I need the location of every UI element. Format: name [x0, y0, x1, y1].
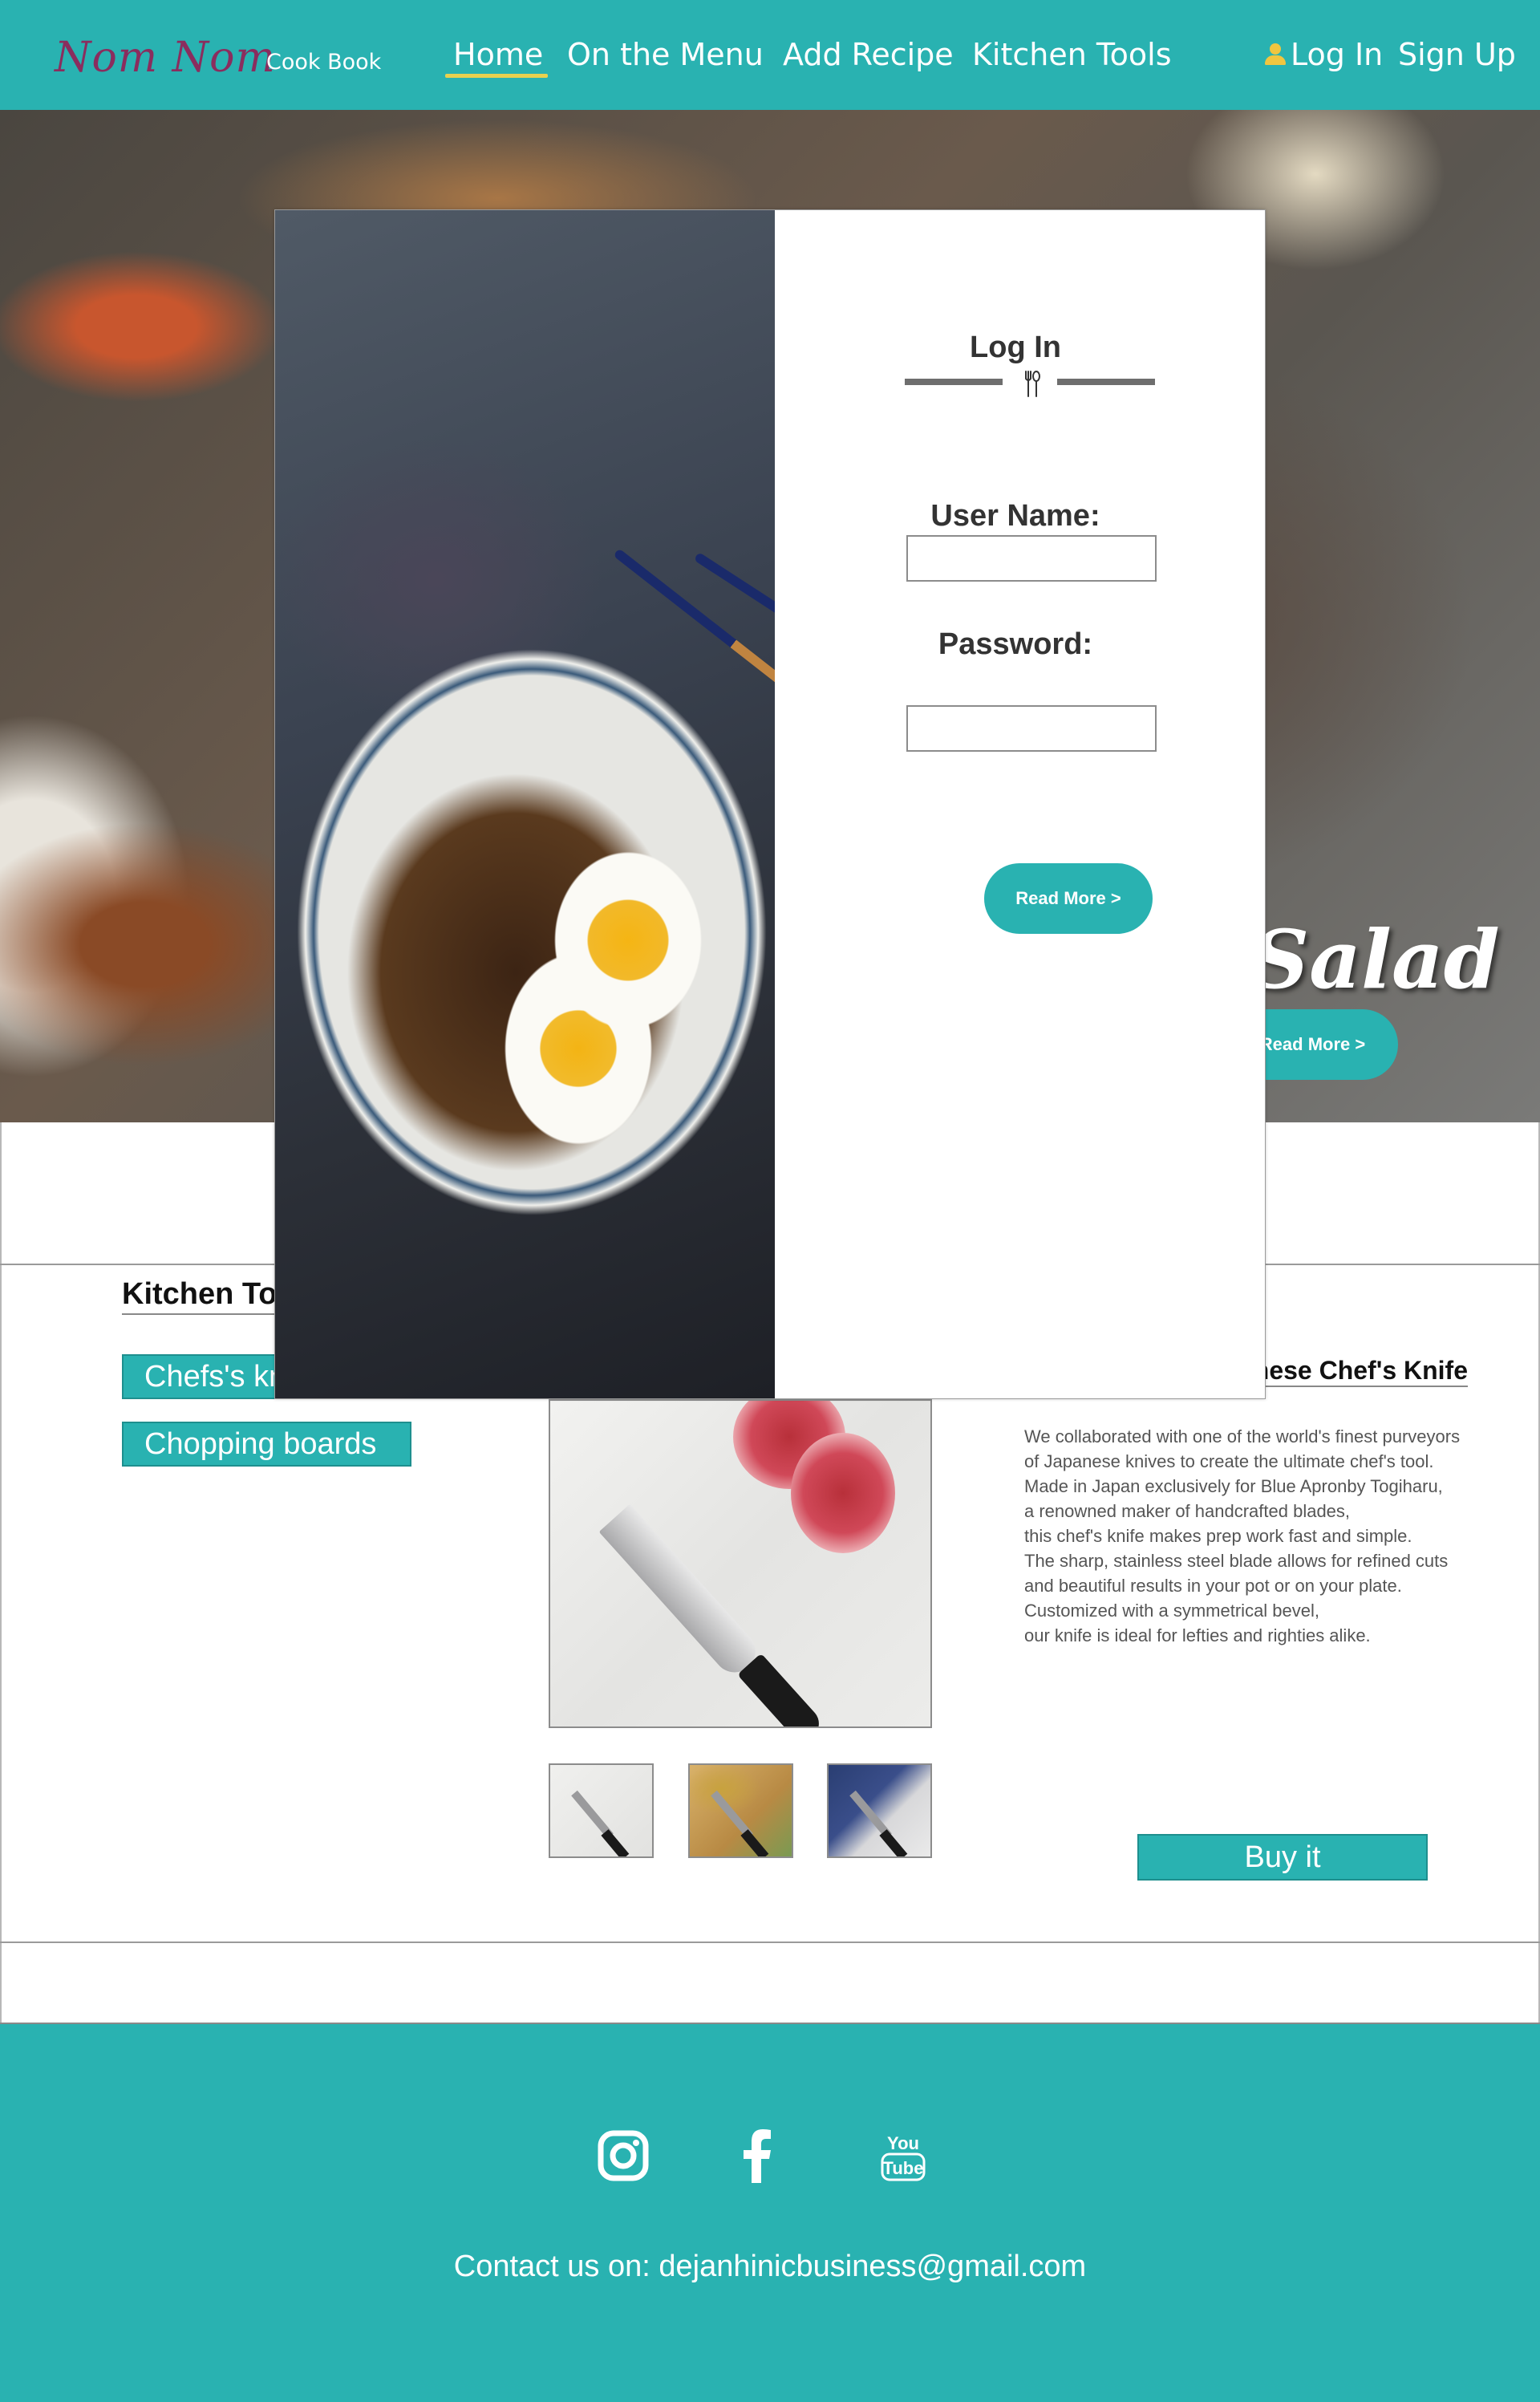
nav-active-underline [445, 74, 548, 78]
hero-title: Salad [1251, 912, 1500, 1007]
title-divider-right [1057, 379, 1155, 385]
description-line: We collaborated with one of the world's … [1024, 1426, 1461, 1446]
site-footer: You Tube Contact us on: dejanhinicbusine… [0, 2024, 1540, 2402]
fork-spoon-icon [1025, 371, 1040, 397]
brand-subtitle: Cook Book [266, 50, 382, 75]
instagram-icon[interactable] [594, 2127, 652, 2185]
login-submit-button[interactable]: Read More > [984, 863, 1153, 934]
login-link[interactable]: Log In [1263, 37, 1383, 72]
modal-ramen-image [275, 210, 775, 1398]
description-line: Made in Japan exclusively for Blue Apron… [1024, 1476, 1443, 1496]
contact-email[interactable]: Contact us on: dejanhinicbusiness@gmail.… [0, 2250, 1540, 2284]
knife-blade [598, 1503, 764, 1682]
youtube-icon[interactable]: You Tube [874, 2127, 932, 2185]
nav-kitchen-tools[interactable]: Kitchen Tools [972, 37, 1172, 72]
tab-chopping-boards[interactable]: Chopping boards [122, 1422, 411, 1467]
facebook-icon[interactable] [729, 2127, 787, 2185]
brand-logo[interactable]: Nom Nom [55, 34, 276, 82]
description-line: The sharp, stainless steel blade allows … [1024, 1551, 1449, 1571]
user-icon [1263, 42, 1287, 67]
login-modal: Log In User Name: Password: Read More > [274, 209, 1266, 1399]
signup-link[interactable]: Sign Up [1398, 37, 1516, 72]
description-line: our knife is ideal for lefties and right… [1024, 1625, 1371, 1645]
password-input[interactable] [906, 705, 1157, 752]
username-label: User Name: [930, 499, 1100, 533]
description-line: this chef's knife makes prep work fast a… [1024, 1526, 1412, 1546]
thumbnail-knife-handle [601, 1829, 630, 1856]
buy-button[interactable]: Buy it [1137, 1834, 1428, 1881]
chopstick [693, 551, 775, 805]
title-divider-left [905, 379, 1003, 385]
password-label: Password: [938, 627, 1093, 661]
site-header: Nom Nom Cook Book Home On the Menu Add R… [0, 0, 1540, 110]
nav-on-the-menu[interactable]: On the Menu [567, 37, 764, 72]
login-label: Log In [1291, 37, 1384, 72]
description-line: and beautiful results in your pot or on … [1024, 1576, 1402, 1596]
login-form: Log In User Name: Password: Read More > [775, 210, 1265, 1398]
section-divider-bottom [0, 1941, 1540, 1943]
product-thumbnail-2[interactable] [688, 1763, 793, 1858]
youtube-text-you: You [887, 2133, 919, 2153]
product-thumbnail-3[interactable] [827, 1763, 932, 1858]
product-thumbnail-1[interactable] [549, 1763, 654, 1858]
section-border-left [0, 1122, 2, 2024]
description-line: Customized with a symmetrical bevel, [1024, 1601, 1320, 1621]
nav-home[interactable]: Home [453, 37, 543, 72]
thumbnail-knife-handle [879, 1829, 908, 1856]
nav-add-recipe[interactable]: Add Recipe [783, 37, 954, 72]
description-line: a renowned maker of handcrafted blades, [1024, 1501, 1351, 1521]
login-title: Log In [970, 331, 1061, 364]
product-description: We collaborated with one of the world's … [1024, 1424, 1506, 1648]
thumbnail-knife-handle [740, 1829, 769, 1856]
username-input[interactable] [906, 535, 1157, 582]
knife-handle [737, 1653, 826, 1726]
pomegranate-half [791, 1433, 895, 1553]
product-main-image [549, 1399, 932, 1728]
description-line: of Japanese knives to create the ultimat… [1024, 1451, 1434, 1471]
youtube-text-tube: Tube [883, 2158, 924, 2178]
